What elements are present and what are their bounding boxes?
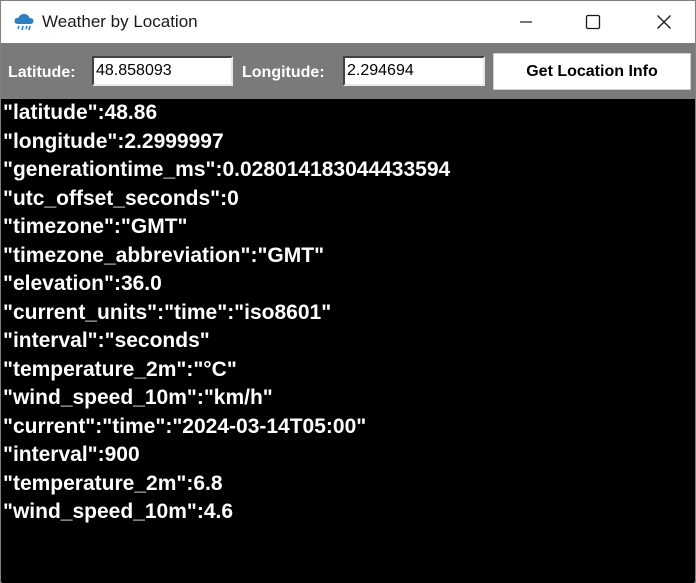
output-line: "temperature_2m":6.8 bbox=[3, 472, 223, 495]
output-line: "timezone_abbreviation":"GMT" bbox=[3, 244, 325, 267]
latitude-label: Latitude: bbox=[8, 64, 76, 81]
maximize-icon bbox=[585, 14, 601, 30]
output-line: "wind_speed_10m":4.6 bbox=[3, 500, 234, 523]
output-line: "temperature_2m":"°C" bbox=[3, 358, 237, 381]
longitude-input[interactable] bbox=[343, 56, 485, 86]
close-button[interactable] bbox=[641, 1, 687, 43]
output-line: "wind_speed_10m":"km/h" bbox=[3, 386, 273, 409]
output-line: "current":"time":"2024-03-14T05:00" bbox=[3, 415, 367, 438]
output-line: "current_units":"time":"iso8601" bbox=[3, 301, 332, 324]
window-title: Weather by Location bbox=[42, 12, 198, 31]
title-bar[interactable]: Weather by Location bbox=[1, 1, 695, 43]
output-line: "elevation":36.0 bbox=[3, 272, 162, 295]
output-line: "generationtime_ms":0.028014183044433594 bbox=[3, 158, 451, 181]
minimize-button[interactable] bbox=[503, 1, 549, 43]
output-line: "longitude":2.2999997 bbox=[3, 130, 224, 153]
rain-cloud-icon bbox=[13, 12, 35, 32]
output-line: "timezone":"GMT" bbox=[3, 215, 188, 238]
longitude-label: Longitude: bbox=[242, 64, 325, 81]
output-line: "interval":900 bbox=[3, 443, 140, 466]
output-line: "interval":"seconds" bbox=[3, 329, 210, 352]
app-window: Weather by Location Latitude: Longitude:… bbox=[0, 0, 696, 583]
output-line: "latitude":48.86 bbox=[3, 101, 158, 124]
latitude-input[interactable] bbox=[92, 56, 233, 86]
output-line: "utc_offset_seconds":0 bbox=[3, 187, 239, 210]
get-location-info-button[interactable]: Get Location Info bbox=[493, 53, 691, 90]
input-toolbar: Latitude: Longitude: Get Location Info bbox=[1, 43, 695, 99]
output-area: "latitude":48.86 "longitude":2.2999997 "… bbox=[2, 99, 694, 583]
close-icon bbox=[657, 15, 671, 29]
minimize-icon bbox=[520, 21, 532, 23]
maximize-button[interactable] bbox=[570, 1, 616, 43]
